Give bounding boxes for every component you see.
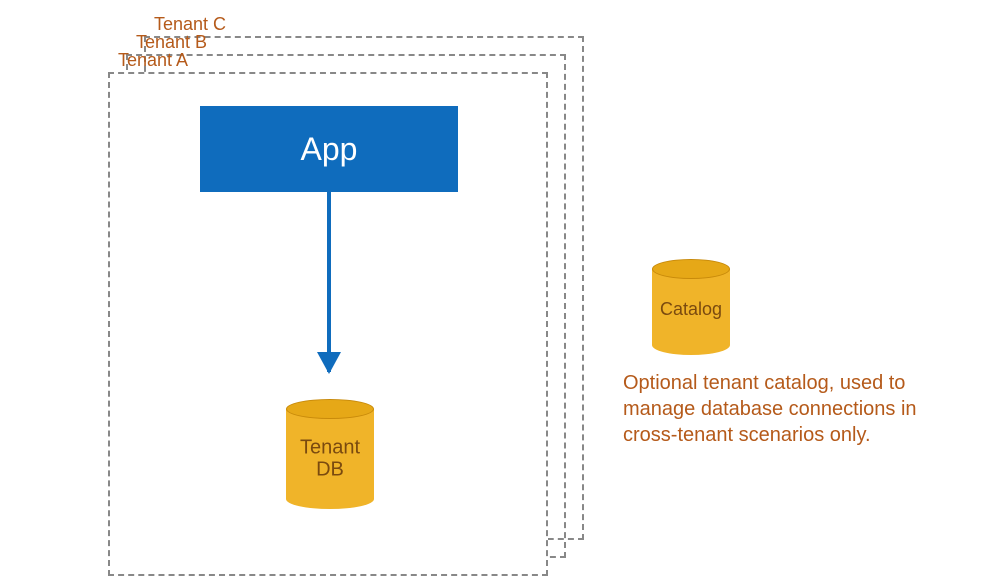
app-to-db-arrow — [327, 192, 331, 372]
catalog-db-label: Catalog — [660, 300, 722, 320]
tenant-a-label: Tenant A — [118, 50, 188, 71]
tenant-db-label: Tenant DB — [300, 436, 360, 480]
diagram-canvas: Tenant C Tenant B Tenant A App Tenant DB… — [0, 0, 1003, 565]
cylinder-icon: Tenant DB — [286, 399, 374, 509]
app-label: App — [301, 131, 358, 168]
tenant-db-node: Tenant DB — [286, 399, 374, 509]
cylinder-icon: Catalog — [652, 259, 730, 355]
catalog-db-node: Catalog — [652, 259, 730, 355]
catalog-description: Optional tenant catalog, used to manage … — [623, 370, 957, 448]
app-node: App — [200, 106, 458, 192]
